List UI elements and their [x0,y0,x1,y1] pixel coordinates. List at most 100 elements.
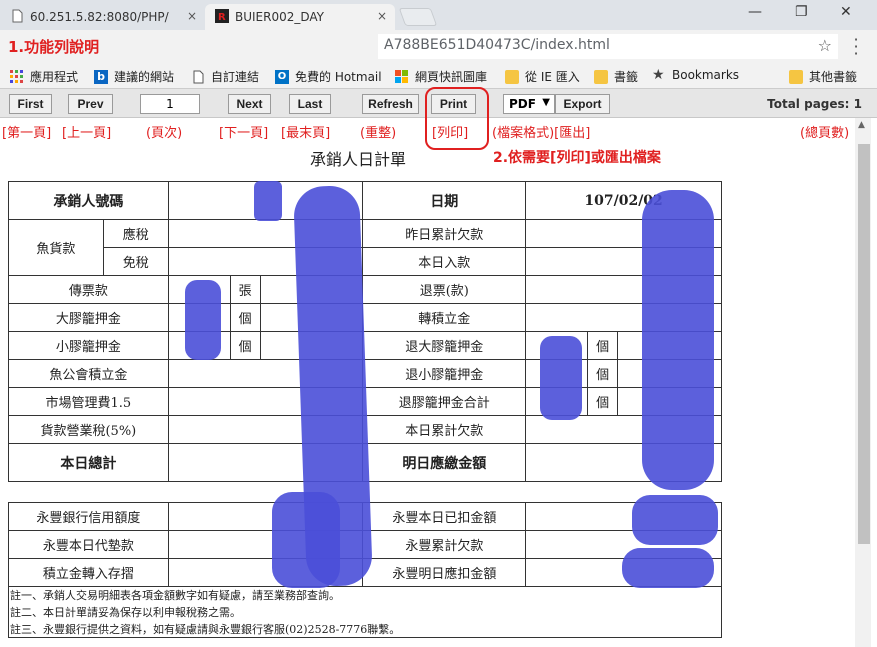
savings-deposit-label: 積立金轉入存摺 [8,558,169,587]
tab-close-icon[interactable]: × [377,9,387,23]
date-label: 日期 [362,181,527,220]
annotation-print-export: 2.依需要[列印]或匯出檔案 [493,150,661,166]
address-bar: A788BE651D40473C/index.html ☆ [0,30,877,63]
report-title: 承銷人日計單 [310,150,407,169]
new-tab-button[interactable] [398,8,438,26]
footnote-2: 註二、本日計單請妥為保存以利申報稅務之需。 [10,606,241,619]
table-row: 承銷人號碼 日期 107/02/02 [8,181,722,220]
tab-close-icon[interactable]: × [187,9,197,23]
bookmark-hotmail[interactable]: O 免費的 Hotmail [275,68,382,85]
advance-today-label: 永豐本日代墊款 [8,530,169,559]
redaction-mark [254,181,282,221]
star-icon: ★ [652,67,665,83]
footnote-3: 註三、永豐銀行提供之資料，如有疑慮請與永豐銀行客服(02)2528-7776聯繫… [10,623,401,636]
table-row: 傳票款 張 退票(款) [8,275,722,304]
prev-page-button[interactable]: Prev [68,94,113,114]
table-row: 魚貨款 應稅 昨日累計欠款 [8,219,722,276]
table-row: 小膠籠押金 個 退大膠籠押金 個 [8,331,722,360]
bookmark-label: 應用程式 [30,70,79,84]
url-field[interactable]: A788BE651D40473C/index.html ☆ [378,34,838,59]
bookmark-other[interactable]: 其他書籤 [789,68,857,85]
bookmark-bookmarks[interactable]: ★ Bookmarks [652,68,739,82]
refresh-button[interactable]: Refresh [362,94,419,114]
format-select[interactable]: PDF ▼ [503,94,555,114]
annotation-next: [下一頁] [219,126,269,141]
business-tax-label: 貨款營業稅(5%) [8,415,169,444]
unit-piece: 個 [229,331,261,360]
annotation-page: (頁次) [146,126,183,141]
highlight-circle [425,87,489,150]
chevron-down-icon: ▼ [542,97,550,108]
bookmark-label: 建議的網站 [114,70,175,84]
last-page-button[interactable]: Last [289,94,331,114]
unit-piece: 個 [587,387,619,416]
market-fee-label: 市場管理費1.5 [8,387,169,416]
scroll-thumb[interactable] [858,144,870,544]
ticket-payment-label: 傳票款 [8,275,169,304]
tomorrow-due-label: 明日應繳金額 [362,443,527,482]
star-icon[interactable]: ☆ [818,36,832,55]
deducted-today-label: 永豐本日已扣金額 [362,502,527,531]
annotation-function-bar: 1.功能列說明 [8,38,100,56]
first-page-button[interactable]: First [9,94,52,114]
return-cage-total-label: 退膠籠押金合計 [362,387,527,416]
tab-php[interactable]: 60.251.5.82:8080/PHP/ × [0,4,205,30]
bookmark-ie-import[interactable]: 從 IE 匯入 [505,68,580,85]
folder-icon [594,69,608,84]
table-row: 免稅 本日入款 [9,247,722,276]
return-small-cage-label: 退小膠籠押金 [362,359,527,388]
return-large-cage-label: 退大膠籠押金 [362,331,527,360]
tab-label: BUIER002_DAY [235,10,325,24]
next-page-button[interactable]: Next [228,94,271,114]
redaction-mark [642,190,714,490]
export-button[interactable]: Export [555,94,610,114]
table-row: 大膠籠押金 個 轉積立金 [8,303,722,332]
bookmark-folder[interactable]: 書籤 [594,68,638,85]
outlook-icon: O [275,69,289,84]
page-number-input[interactable]: 1 [140,94,200,114]
accum-arrears-label: 永豐累計欠款 [362,530,527,559]
annotation-last: [最末頁] [281,126,331,141]
unit-piece: 個 [587,359,619,388]
redaction-mark [272,492,340,588]
bookmark-apps[interactable]: 應用程式 [10,68,78,85]
restore-icon[interactable]: ❐ [795,4,808,20]
tab-buier002[interactable]: R BUIER002_DAY × [205,4,395,30]
bookmark-label: 書籤 [614,70,639,84]
taxable-label: 應稅 [102,219,169,248]
scroll-up-icon[interactable]: ▲ [858,120,865,130]
url-text: A788BE651D40473C/index.html [384,37,610,53]
tab-strip: 60.251.5.82:8080/PHP/ × R BUIER002_DAY ×… [0,0,877,30]
screenshot-root: 60.251.5.82:8080/PHP/ × R BUIER002_DAY ×… [0,0,877,647]
bookmark-label: 自訂連結 [211,70,260,84]
svg-text:R: R [218,12,226,23]
bookmark-custom[interactable]: 自訂連結 [191,68,259,85]
window-close-icon[interactable]: ✕ [840,4,852,20]
annotation-first: [第一頁] [2,126,52,141]
transfer-savings-label: 轉積立金 [362,303,527,332]
folder-icon [505,69,519,84]
today-total-label: 本日總計 [8,443,169,482]
deduct-tomorrow-label: 永豐明日應扣金額 [362,558,527,587]
today-arrears-label: 本日累計欠款 [362,415,527,444]
redaction-mark [632,495,718,545]
small-cage-label: 小膠籠押金 [8,331,169,360]
redaction-mark [185,280,221,360]
bookmark-suggested[interactable]: b 建議的網站 [94,68,174,85]
menu-icon[interactable]: · · · [851,32,861,62]
bookmark-webslice[interactable]: 網頁快訊圖庫 [395,68,487,85]
apps-icon [10,69,24,84]
bing-icon: b [94,69,108,84]
today-income-label: 本日入款 [362,247,527,276]
report-icon: R [215,9,229,23]
unit-piece: 個 [587,331,619,360]
footnote-1: 註一、承銷人交易明細表各項金額數字如有疑慮，請至業務部查詢。 [10,589,340,602]
bookmark-label: 免費的 Hotmail [295,70,382,84]
folder-icon [789,69,803,84]
minimize-icon[interactable]: — [748,4,762,20]
fish-payment-label: 魚貨款 [8,219,104,276]
unit-sheet: 張 [229,275,261,304]
bookmark-label: 從 IE 匯入 [525,70,580,84]
tax-free-label: 免稅 [102,247,169,276]
annotation-total: (總頁數) [800,126,850,141]
